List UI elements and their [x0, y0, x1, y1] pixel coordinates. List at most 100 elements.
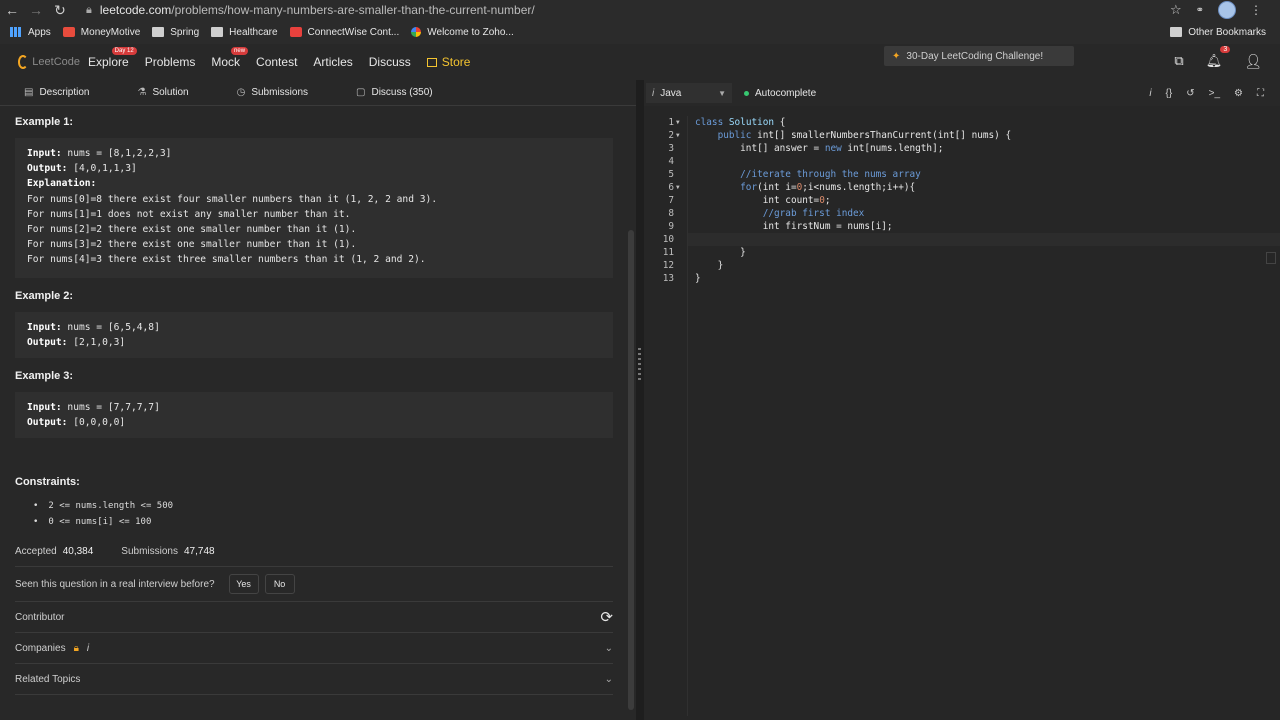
nav-discuss[interactable]: Discuss [369, 55, 411, 69]
playground-icon[interactable]: ⧉ [1174, 53, 1183, 69]
nav-mock[interactable]: Mock new [211, 47, 249, 69]
panel-resize-handle[interactable] [636, 80, 644, 720]
tab-discuss[interactable]: ▢ Discuss (350) [332, 87, 457, 98]
bookmark-healthcare[interactable]: Healthcare [211, 27, 278, 38]
moneymotive-icon [62, 27, 75, 37]
other-bookmarks[interactable]: Other Bookmarks [1170, 27, 1266, 38]
leetcode-logo[interactable]: LeetCode [0, 55, 80, 69]
bookmark-spring[interactable]: Spring [152, 27, 199, 38]
problem-stats: Accepted 40,384 Submissions 47,748 [15, 546, 625, 557]
tab-description[interactable]: ▤ Description [0, 87, 113, 98]
settings-icon[interactable]: ⚙ [1234, 88, 1243, 99]
menu-dots-icon[interactable]: ⋮ [1250, 3, 1262, 17]
fold-arrow-icon[interactable]: ▼ [676, 129, 680, 142]
constraints-list: 2 <= nums.length <= 500 0 <= nums[i] <= … [15, 498, 625, 530]
info-icon[interactable]: i [1149, 88, 1151, 99]
browser-url-bar: ← → ↻ 🔒︎ leetcode.com /problems/how-many… [0, 0, 1280, 20]
line-number: 10 [662, 234, 674, 245]
line-number: 8 [668, 208, 674, 219]
code-line: } [740, 247, 746, 258]
profile-avatar[interactable] [1218, 1, 1236, 19]
line-number: 12 [662, 260, 674, 271]
url-host: leetcode.com [99, 3, 172, 17]
example-box: Input: nums = [8,1,2,2,3] Output: [4,0,1… [15, 138, 613, 278]
notification-bell[interactable]: 🔔︎ 3 [1205, 46, 1231, 70]
challenge-banner[interactable]: ✦ 30-Day LeetCoding Challenge! [884, 46, 1074, 66]
nav-store[interactable]: Store [426, 55, 470, 69]
apps-grid-icon [10, 27, 22, 37]
nav-articles[interactable]: Articles [313, 55, 352, 69]
companies-row[interactable]: Companies 🔒︎ i ⌄ [15, 633, 613, 663]
bookmark-zoho[interactable]: Welcome to Zoho... [411, 27, 514, 38]
divider [15, 566, 613, 568]
console-icon[interactable]: >_ [1209, 88, 1220, 99]
bookmarks-bar: Apps MoneyMotive Spring Healthcare Conne… [0, 20, 1280, 44]
description-scrollbar[interactable] [626, 110, 636, 710]
star-icon[interactable]: ☆ [1170, 2, 1182, 18]
line-number: 4 [668, 156, 674, 167]
constraints-title: Constraints: [15, 476, 80, 489]
no-button[interactable]: No [264, 574, 295, 595]
connectwise-icon [289, 27, 302, 37]
bell-icon: 🔔︎ [1205, 53, 1223, 68]
fold-arrow-icon[interactable]: ▼ [676, 181, 680, 194]
language-select[interactable]: i Java ▼ [646, 83, 732, 103]
day-badge: Day 12 [111, 47, 137, 55]
url-path: /problems/how-many-numbers-are-smaller-t… [171, 3, 535, 17]
fold-arrow-icon[interactable]: ▼ [676, 116, 680, 129]
yes-button[interactable]: Yes [228, 574, 259, 595]
line-gutter: 1 ▼ 2 ▼ 3 4 5 6 ▼ 7 8 9 10 11 12 13 [644, 116, 688, 716]
folder-icon [211, 27, 224, 37]
folder-icon [152, 27, 165, 37]
info-icon: i [652, 87, 655, 99]
code-line: } [717, 260, 724, 271]
code-line: public int[] smallerNumbersThanCurrent(i… [717, 130, 1012, 141]
chevron-down-icon: ▼ [718, 88, 726, 98]
lock-icon: 🔒︎ [73, 642, 79, 654]
reset-icon[interactable]: ↺ [1186, 88, 1194, 99]
problem-tabs: ▤ Description ⚗ Solution ◷ Submissions ▢ Dis… [0, 80, 636, 106]
flask-icon: ⚗ [137, 87, 147, 98]
leetcode-logo-icon [18, 55, 29, 69]
new-badge: new [231, 47, 249, 55]
list-item: 0 <= nums[i] <= 100 [33, 514, 625, 530]
bookmark-apps[interactable]: Apps [10, 27, 51, 38]
chevron-down-icon: ⌄ [604, 673, 613, 685]
back-arrow-icon[interactable]: ← [0, 0, 24, 20]
line-number: 9 [668, 221, 674, 232]
line-number: 13 [662, 273, 674, 284]
address-field[interactable]: 🔒︎ leetcode.com /problems/how-many-numbe… [86, 3, 535, 17]
editor-tools: i {} ↺ >_ ⚙ ⛶ [1149, 88, 1280, 99]
bookmark-moneymotive[interactable]: MoneyMotive [62, 27, 140, 38]
chevron-down-icon: ⌄ [604, 642, 613, 654]
code-line: for(int i=0;i<nums.length;i++){ [740, 182, 916, 193]
extension-icon[interactable]: ⚭ [1196, 5, 1204, 16]
copy-icon[interactable] [1266, 252, 1276, 264]
code-line: int count=0; [762, 195, 831, 206]
info-icon: i [86, 642, 90, 654]
tab-solution[interactable]: ⚗ Solution [113, 87, 212, 98]
scrollbar-thumb[interactable] [628, 230, 634, 710]
reload-icon[interactable]: ↻ [48, 0, 72, 20]
nav-problems[interactable]: Problems [145, 55, 196, 69]
autocomplete-toggle[interactable]: Autocomplete [744, 88, 816, 99]
bookmark-connectwise[interactable]: ConnectWise Cont... [289, 27, 399, 38]
example-title: Example 1: [15, 116, 74, 128]
leetcode-nav: LeetCode Explore Day 12 Problems Mock new … [0, 44, 1280, 80]
contributor-row[interactable]: Contributor ⟳ [15, 602, 613, 632]
forward-arrow-icon[interactable]: → [24, 0, 48, 20]
code-line: int firstNum = nums[i]; [762, 221, 893, 232]
example-title: Example 3: [15, 370, 74, 383]
tab-submissions[interactable]: ◷ Submissions [213, 87, 332, 98]
braces-icon[interactable]: {} [1166, 88, 1173, 99]
status-dot-icon [744, 90, 749, 96]
nav-contest[interactable]: Contest [256, 55, 297, 69]
line-number: 2 [668, 130, 674, 141]
related-topics-row[interactable]: Related Topics ⌄ [15, 664, 613, 694]
nav-explore[interactable]: Explore Day 12 [88, 47, 137, 69]
line-number: 1 [668, 117, 674, 128]
line-number: 11 [662, 247, 674, 258]
code-area[interactable]: 1 ▼ 2 ▼ 3 4 5 6 ▼ 7 8 9 10 11 12 13 clas… [644, 116, 1280, 716]
user-icon[interactable]: 👤︎ [1244, 53, 1262, 70]
fullscreen-icon[interactable]: ⛶ [1257, 88, 1264, 99]
